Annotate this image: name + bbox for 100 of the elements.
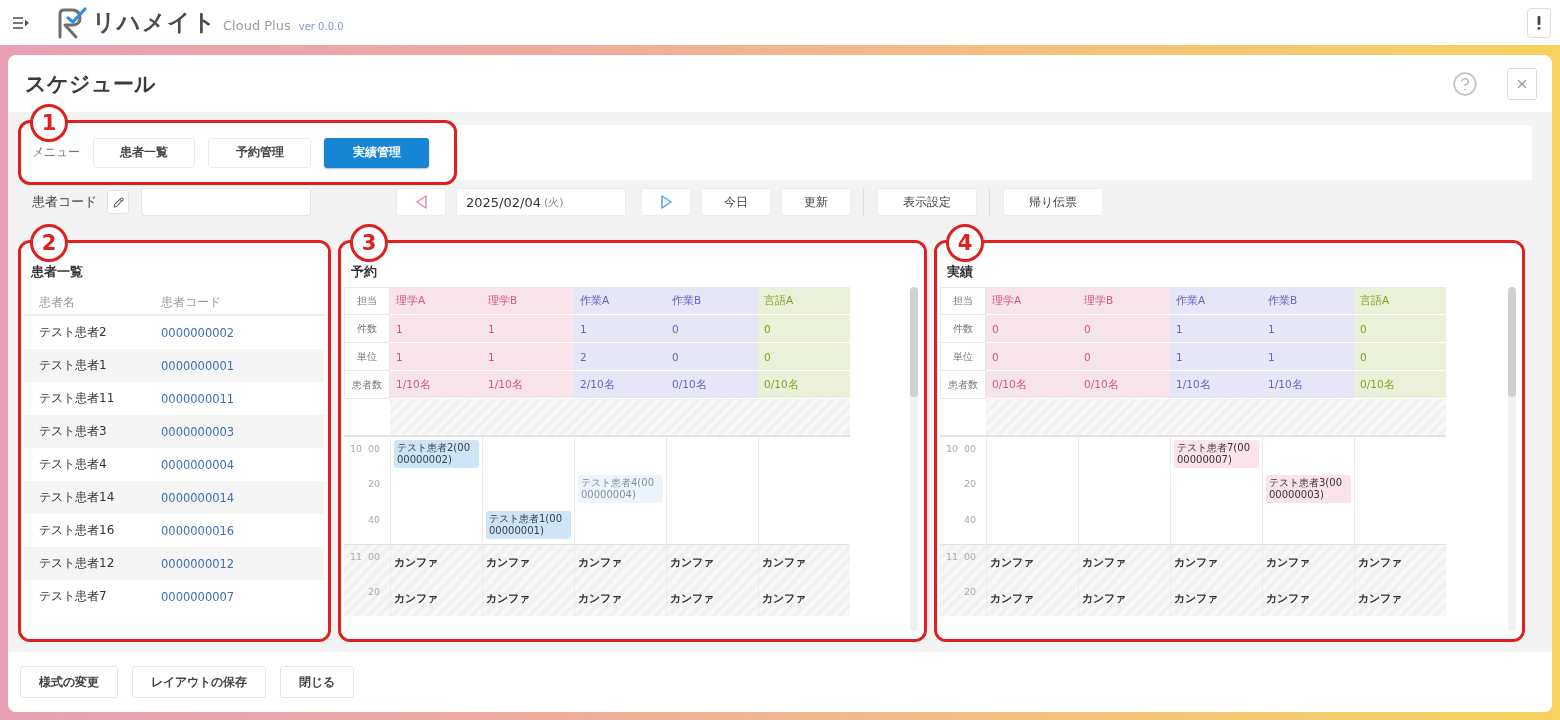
edit-button[interactable] bbox=[107, 190, 129, 214]
hour-label: 10 bbox=[945, 443, 960, 454]
schedule-note[interactable]: カンファ bbox=[390, 580, 482, 616]
footer-button[interactable]: レイアウトの保存 bbox=[132, 666, 266, 698]
annotation-badge: 3 bbox=[350, 224, 388, 262]
staff-header: 理学A bbox=[986, 287, 1078, 315]
toolbar-button[interactable]: 表示設定 bbox=[877, 188, 977, 216]
summary-cell: 2 bbox=[574, 343, 666, 371]
summary-label: 担当 bbox=[940, 287, 986, 315]
summary-cell: 0 bbox=[1078, 315, 1170, 343]
panel-title: 患者一覧 bbox=[30, 264, 84, 280]
schedule-note[interactable]: カンファ bbox=[390, 544, 482, 580]
empty-slot[interactable] bbox=[1262, 436, 1354, 472]
toolbar-button[interactable]: 更新 bbox=[781, 188, 851, 216]
scrollbar-thumb[interactable] bbox=[1508, 287, 1516, 397]
summary-label: 件数 bbox=[940, 315, 986, 343]
summary-label: 件数 bbox=[344, 315, 390, 343]
column-header: 患者名 bbox=[39, 293, 76, 311]
patient-row[interactable]: テスト患者1 0000000001 bbox=[24, 349, 325, 382]
patient-code-field[interactable] bbox=[141, 188, 311, 216]
schedule-note[interactable]: カンファ bbox=[758, 580, 850, 616]
version-label: ver 0.0.0 bbox=[298, 21, 344, 32]
patient-code: 0000000012 bbox=[161, 556, 236, 571]
empty-slot[interactable] bbox=[482, 436, 574, 472]
staff-header: 作業A bbox=[574, 287, 666, 315]
patient-name: テスト患者3 bbox=[39, 423, 108, 440]
footer-button[interactable]: 様式の変更 bbox=[20, 666, 118, 698]
patient-code: 0000000016 bbox=[161, 523, 236, 538]
patient-code: 0000000001 bbox=[161, 358, 236, 373]
appointment-block[interactable]: テスト患者1(0000000001) bbox=[486, 511, 571, 539]
empty-slot[interactable] bbox=[1354, 436, 1446, 472]
schedule-note[interactable]: カンファ bbox=[482, 544, 574, 580]
summary-cell: 1 bbox=[1262, 315, 1354, 343]
empty-slot[interactable] bbox=[758, 436, 850, 472]
summary-cell: 0 bbox=[1078, 343, 1170, 371]
schedule-note[interactable]: カンファ bbox=[758, 544, 850, 580]
panel-title: 実績 bbox=[946, 264, 974, 280]
schedule-note[interactable]: カンファ bbox=[1262, 544, 1354, 580]
patient-row[interactable]: テスト患者12 0000000012 bbox=[24, 547, 325, 580]
patient-name: テスト患者14 bbox=[39, 489, 116, 506]
schedule-note[interactable]: カンファ bbox=[1078, 544, 1170, 580]
patient-row[interactable]: テスト患者3 0000000003 bbox=[24, 415, 325, 448]
next-button[interactable] bbox=[641, 188, 691, 216]
close-button[interactable] bbox=[1507, 67, 1537, 100]
menu-tab[interactable]: 予約管理 bbox=[208, 137, 311, 168]
schedule-note[interactable]: カンファ bbox=[1262, 580, 1354, 616]
toolbar-button[interactable]: 今日 bbox=[701, 188, 771, 216]
empty-slot[interactable] bbox=[574, 436, 666, 472]
empty-slot[interactable] bbox=[666, 436, 758, 472]
summary-cell: 1 bbox=[1170, 343, 1262, 371]
schedule-note[interactable]: カンファ bbox=[1170, 580, 1262, 616]
schedule-note[interactable]: カンファ bbox=[1354, 580, 1446, 616]
summary-cell: 0/10名 bbox=[1354, 371, 1446, 399]
summary-cell: 0 bbox=[758, 315, 850, 343]
minute-label: 20 bbox=[964, 478, 977, 489]
schedule-note[interactable]: カンファ bbox=[1354, 544, 1446, 580]
scrollbar-thumb[interactable] bbox=[910, 287, 918, 397]
summary-cell: 1/10名 bbox=[1170, 371, 1262, 399]
patient-row[interactable]: テスト患者14 0000000014 bbox=[24, 481, 325, 514]
annotation-badge: 4 bbox=[946, 224, 984, 262]
summary-label: 担当 bbox=[344, 287, 390, 315]
minute-label: 40 bbox=[368, 514, 381, 525]
schedule-note[interactable]: カンファ bbox=[666, 544, 758, 580]
dialog-title: スケジュール bbox=[25, 70, 156, 98]
empty-slot[interactable] bbox=[986, 436, 1078, 472]
menu-tab[interactable]: 実績管理 bbox=[324, 137, 429, 168]
schedule-note[interactable]: カンファ bbox=[666, 580, 758, 616]
minute-label: 00 bbox=[368, 443, 381, 454]
patient-code: 0000000014 bbox=[161, 490, 236, 505]
patient-name: テスト患者4 bbox=[39, 456, 108, 473]
appointment-block[interactable]: テスト患者3(0000000003) bbox=[1266, 475, 1351, 503]
menu-label: メニュー bbox=[32, 145, 80, 160]
patient-name: テスト患者1 bbox=[39, 357, 108, 374]
staff-header: 理学A bbox=[390, 287, 482, 315]
summary-cell: 1 bbox=[1170, 315, 1262, 343]
previous-button[interactable] bbox=[396, 188, 446, 216]
staff-header: 理学B bbox=[482, 287, 574, 315]
appointment-block[interactable]: テスト患者7(0000000007) bbox=[1174, 440, 1259, 468]
summary-cell: 1 bbox=[574, 315, 666, 343]
help-icon bbox=[1452, 70, 1478, 97]
minute-label: 20 bbox=[964, 586, 977, 597]
schedule-note[interactable]: カンファ bbox=[986, 580, 1078, 616]
menu-tab[interactable]: 患者一覧 bbox=[93, 137, 195, 168]
staff-header: 言語A bbox=[758, 287, 850, 315]
summary-cell: 1 bbox=[390, 343, 482, 371]
schedule-note[interactable]: カンファ bbox=[986, 544, 1078, 580]
appointment-block[interactable]: テスト患者2(0000000002) bbox=[394, 440, 479, 468]
date-field[interactable]: 2025/02/04 (火) bbox=[456, 188, 626, 216]
summary-cell: 1/10名 bbox=[390, 371, 482, 399]
footer-button[interactable]: 閉じる bbox=[280, 666, 354, 698]
summary-label: 単位 bbox=[940, 343, 986, 371]
schedule-note[interactable]: カンファ bbox=[1078, 580, 1170, 616]
summary-cell: 1/10名 bbox=[1262, 371, 1354, 399]
toolbar-button[interactable]: 帰り伝票 bbox=[1003, 188, 1103, 216]
schedule-note[interactable]: カンファ bbox=[1170, 544, 1262, 580]
empty-slot[interactable] bbox=[1078, 436, 1170, 472]
schedule-note[interactable]: カンファ bbox=[574, 580, 666, 616]
schedule-note[interactable]: カンファ bbox=[574, 544, 666, 580]
notice-button[interactable] bbox=[1527, 7, 1551, 38]
schedule-note[interactable]: カンファ bbox=[482, 580, 574, 616]
